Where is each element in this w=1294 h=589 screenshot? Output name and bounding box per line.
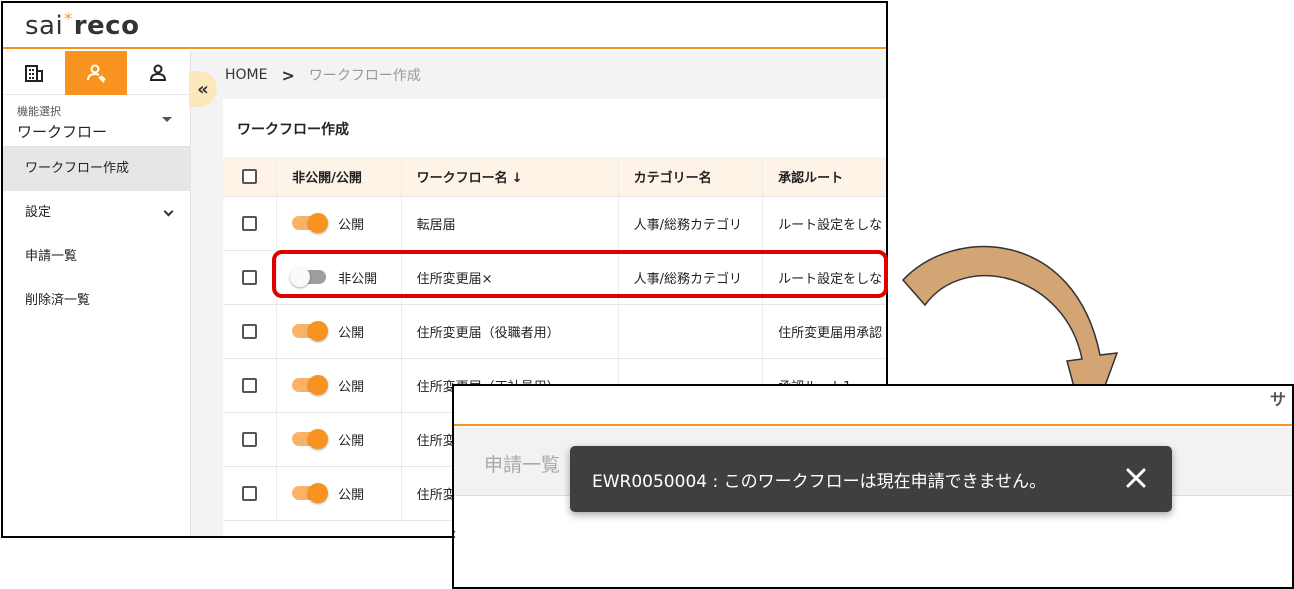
header-select-all[interactable]: [223, 157, 278, 197]
highlight-box: [272, 250, 888, 298]
function-select-value: ワークフロー: [17, 123, 108, 141]
visibility-status: 公開: [338, 379, 365, 395]
visibility-cell: 公開: [276, 358, 402, 413]
visibility-toggle[interactable]: [292, 483, 329, 503]
category-cell: 人事/総務カテゴリ: [618, 196, 764, 251]
toggle-knob: [308, 321, 329, 341]
row-select-cell[interactable]: [223, 466, 278, 521]
workflow-name-cell[interactable]: 住所変更届（役職者用）: [401, 304, 619, 359]
person-icon[interactable]: [127, 51, 189, 95]
header-category: カテゴリー名: [618, 157, 764, 197]
toggle-knob: [308, 429, 329, 449]
row-checkbox[interactable]: [242, 323, 257, 339]
visibility-toggle-wrap: 公開: [292, 213, 400, 233]
approval-route-cell: 住所変更届用承認: [762, 304, 886, 359]
caret-down-icon: [162, 117, 172, 122]
cropped-header-char: サ: [1269, 390, 1286, 409]
visibility-toggle-wrap: 公開: [292, 429, 400, 449]
building-icon[interactable]: [3, 51, 65, 95]
category-cell: [618, 304, 764, 359]
header-label: ワークフロー名: [416, 170, 508, 186]
approval-route-cell: ルート設定をしな: [762, 196, 886, 251]
sidebar-icon-bar: [3, 51, 190, 95]
sidebar: 機能選択 ワークフロー ワークフロー作成 設定 申請一覧 削除済一覧: [3, 51, 191, 536]
workflow-name-cell[interactable]: 転居届: [401, 196, 619, 251]
sidebar-item-label: 設定: [25, 205, 52, 220]
visibility-status: 公開: [338, 433, 365, 449]
logo-text-left: sai: [25, 11, 64, 41]
chevron-down-icon: [163, 206, 174, 217]
toast-message: EWR0050004 : このワークフローは現在申請できません。: [592, 472, 1047, 492]
visibility-toggle-wrap: 公開: [292, 375, 400, 395]
header-workflow-name[interactable]: ワークフロー名 ↓: [401, 157, 619, 197]
row-select-cell[interactable]: [223, 250, 278, 305]
table-row[interactable]: 公開 転居届 人事/総務カテゴリ ルート設定をしな: [223, 196, 886, 251]
sidebar-item-workflow-create[interactable]: ワークフロー作成: [3, 147, 190, 191]
error-toast: EWR0050004 : このワークフローは現在申請できません。: [570, 446, 1172, 512]
cropped-colon: :: [452, 526, 457, 542]
close-icon[interactable]: [1122, 464, 1150, 492]
breadcrumb: HOME > ワークフロー作成: [225, 65, 421, 85]
logo-text-right: reco: [73, 11, 140, 41]
visibility-toggle[interactable]: [292, 213, 329, 233]
page-title: 申請一覧: [484, 454, 561, 476]
function-select-label: 機能選択: [17, 105, 61, 118]
collapse-sidebar-button[interactable]: «: [189, 71, 217, 107]
visibility-cell: 公開: [276, 304, 402, 359]
toggle-knob: [308, 213, 329, 233]
row-checkbox[interactable]: [242, 431, 257, 447]
sub-header-line: [454, 424, 1292, 426]
visibility-status: 公開: [338, 487, 365, 503]
table-header-row: 非公開/公開 ワークフロー名 ↓ カテゴリー名 承認ルート: [223, 157, 886, 197]
stage: sai*reco 機能選択 ワークフロー ワークフロー作成 設定 申請一覧 削除…: [0, 0, 1294, 589]
table-row[interactable]: 公開 住所変更届（役職者用） 住所変更届用承認: [223, 304, 886, 359]
sidebar-item-deleted-list[interactable]: 削除済一覧: [3, 279, 190, 323]
top-bar: sai*reco: [3, 3, 886, 49]
select-all-checkbox[interactable]: [242, 168, 257, 184]
row-select-cell[interactable]: [223, 304, 278, 359]
visibility-toggle[interactable]: [292, 429, 329, 449]
sidebar-item-application-list[interactable]: 申請一覧: [3, 235, 190, 279]
logo-star: *: [64, 9, 73, 28]
breadcrumb-separator-icon: >: [281, 65, 295, 85]
row-checkbox[interactable]: [242, 269, 257, 285]
breadcrumb-home[interactable]: HOME: [225, 67, 267, 83]
visibility-status: 公開: [338, 217, 365, 233]
visibility-cell: 公開: [276, 196, 402, 251]
row-select-cell[interactable]: [223, 196, 278, 251]
visibility-toggle-wrap: 公開: [292, 483, 400, 503]
toggle-knob: [308, 483, 329, 503]
row-checkbox[interactable]: [242, 485, 257, 501]
row-select-cell[interactable]: [223, 412, 278, 467]
sort-down-icon[interactable]: ↓: [512, 171, 523, 186]
visibility-toggle[interactable]: [292, 375, 329, 395]
app-logo[interactable]: sai*reco: [25, 9, 140, 41]
visibility-cell: 公開: [276, 412, 402, 467]
header-approval-route: 承認ルート: [762, 157, 886, 197]
visibility-toggle-wrap: 公開: [292, 321, 400, 341]
user-tools-icon[interactable]: [65, 51, 127, 95]
visibility-status: 公開: [338, 325, 365, 341]
toggle-knob: [308, 375, 329, 395]
row-checkbox[interactable]: [242, 215, 257, 231]
visibility-cell: 公開: [276, 466, 402, 521]
visibility-toggle[interactable]: [292, 321, 329, 341]
sidebar-item-settings[interactable]: 設定: [3, 191, 190, 235]
function-select[interactable]: 機能選択 ワークフロー: [3, 95, 190, 147]
header-visibility: 非公開/公開: [276, 157, 402, 197]
row-checkbox[interactable]: [242, 377, 257, 393]
card-title: ワークフロー作成: [237, 122, 349, 138]
breadcrumb-current: ワークフロー作成: [308, 68, 421, 84]
row-select-cell[interactable]: [223, 358, 278, 413]
